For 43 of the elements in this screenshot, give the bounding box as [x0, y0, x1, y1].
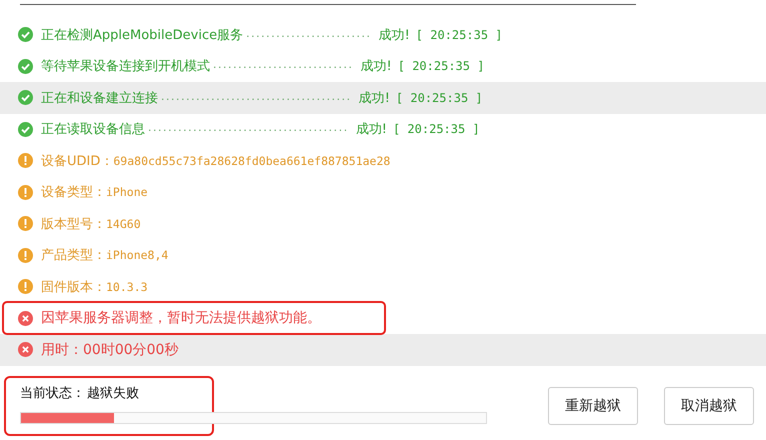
info-label: 产品类型： — [41, 247, 106, 264]
timestamp: [ 20:25:35 ] — [416, 28, 502, 42]
info-label: 设备类型： — [41, 184, 106, 202]
status-text: 成功! — [360, 58, 392, 76]
log-message: 正在和设备建立连接 — [41, 90, 158, 107]
dot-leader: ......................... — [245, 30, 371, 40]
status-value: 越狱失败 — [87, 384, 139, 402]
info-value: 69a80cd55c73fa28628fd0bea661ef887851ae28 — [113, 154, 390, 168]
info-value: 10.3.3 — [106, 280, 148, 294]
status-text: 成功! — [356, 121, 387, 138]
exclamation-circle-icon — [18, 216, 33, 232]
action-button[interactable]: 取消越狱 — [664, 386, 754, 424]
check-circle-icon — [18, 58, 33, 74]
action-button[interactable]: 重新越狱 — [548, 386, 638, 424]
exclamation-circle-icon — [18, 153, 33, 168]
timestamp: [ 20:25:35 ] — [396, 90, 483, 105]
info-label: 设备UDID： — [41, 152, 114, 170]
check-circle-icon — [18, 27, 33, 42]
info-label: 固件版本： — [41, 278, 106, 296]
error-circle-icon — [18, 310, 33, 326]
info-value: 14G60 — [106, 216, 141, 231]
error-message: 用时：00时00分00秒 — [41, 340, 178, 359]
timestamp: [ 20:25:35 ] — [392, 122, 480, 136]
exclamation-circle-icon — [18, 184, 33, 200]
error-circle-icon — [18, 342, 33, 358]
check-circle-icon — [18, 122, 33, 137]
info-value: iPhone — [106, 185, 148, 200]
status-text: 成功! — [378, 26, 410, 44]
status-text: 成功! — [358, 90, 390, 107]
dot-leader: ............................ — [212, 61, 353, 72]
status-label: 当前状态： — [20, 384, 85, 402]
timestamp: [ 20:25:35 ] — [398, 59, 484, 74]
dot-leader: ........................................ — [147, 124, 348, 134]
log-message: 正在检测AppleMobileDevice服务 — [41, 26, 244, 44]
exclamation-circle-icon — [18, 248, 33, 263]
log-message: 正在读取设备信息 — [41, 121, 145, 138]
dot-leader: ...................................... — [160, 92, 351, 103]
check-circle-icon — [18, 90, 33, 106]
exclamation-circle-icon — [18, 279, 33, 294]
error-message: 因苹果服务器调整，暂时无法提供越狱功能。 — [41, 309, 321, 328]
info-value: iPhone8,4 — [106, 248, 168, 262]
log-message: 等待苹果设备连接到开机模式 — [41, 58, 210, 76]
info-label: 版本型号： — [41, 216, 106, 233]
